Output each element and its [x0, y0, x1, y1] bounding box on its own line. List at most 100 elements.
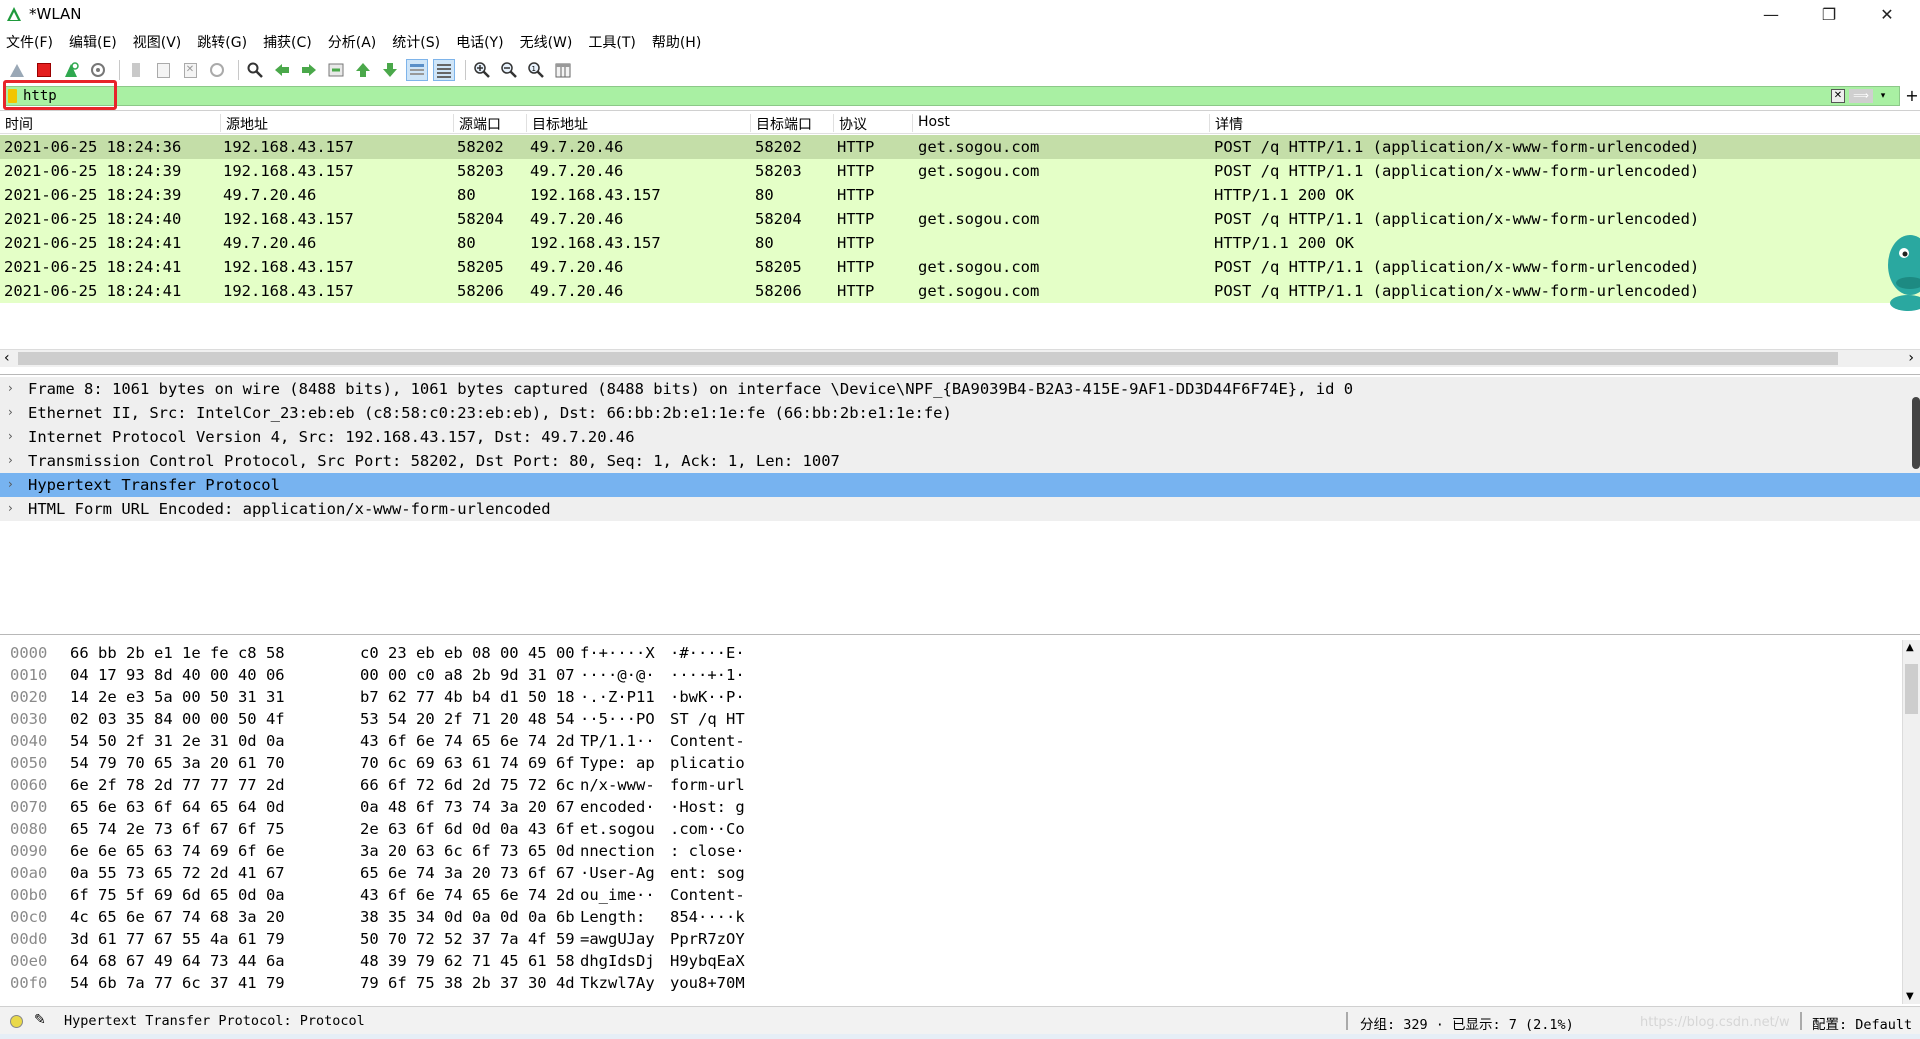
- stop-capture-icon[interactable]: [33, 59, 55, 81]
- expand-chevron-icon[interactable]: ›: [8, 453, 13, 467]
- packet-row[interactable]: 2021-06-25 18:24:36 192.168.43.157 58202 49…: [0, 135, 1920, 159]
- cell-source-port: 58204: [457, 210, 504, 228]
- column-header-source-port[interactable]: 源端口: [453, 114, 501, 133]
- menu-capture[interactable]: 捕获(C): [263, 32, 312, 52]
- scroll-up-icon[interactable]: ▲: [1906, 642, 1914, 653]
- cell-protocol: HTTP: [837, 138, 875, 156]
- menu-file[interactable]: 文件(F): [6, 32, 53, 52]
- last-packet-icon[interactable]: [379, 59, 401, 81]
- details-tree-row[interactable]: › Transmission Control Protocol, Src Port…: [0, 449, 1920, 473]
- first-packet-icon[interactable]: [352, 59, 374, 81]
- bytes-row[interactable]: 00d0 3d 61 77 67 55 4a 61 79 50 70 72 52 3…: [0, 928, 1890, 950]
- details-tree-row[interactable]: › Hypertext Transfer Protocol: [0, 473, 1920, 497]
- bytes-vscrollbar[interactable]: ▲ ▼: [1902, 640, 1920, 1004]
- menu-help[interactable]: 帮助(H): [652, 32, 701, 52]
- filter-history-dropdown-icon[interactable]: ▾: [1877, 89, 1889, 103]
- column-header-protocol[interactable]: 协议: [833, 114, 867, 133]
- column-header-destination[interactable]: 目标地址: [526, 114, 588, 133]
- bytes-row[interactable]: 00f0 54 6b 7a 77 6c 37 41 79 79 6f 75 38 2…: [0, 972, 1890, 994]
- go-forward-icon[interactable]: [298, 59, 320, 81]
- add-filter-button-icon[interactable]: +: [1905, 87, 1919, 105]
- display-filter-input[interactable]: [23, 87, 1823, 105]
- details-tree-row[interactable]: › Internet Protocol Version 4, Src: 192.1…: [0, 425, 1920, 449]
- bytes-row[interactable]: 00a0 0a 55 73 65 72 2d 41 67 65 6e 74 3a 2…: [0, 862, 1890, 884]
- bytes-row[interactable]: 0040 54 50 2f 31 2e 31 0d 0a 43 6f 6e 74 6…: [0, 730, 1890, 752]
- go-back-icon[interactable]: [271, 59, 293, 81]
- expert-info-led-icon[interactable]: [10, 1015, 23, 1028]
- menu-wireless[interactable]: 无线(W): [520, 32, 573, 52]
- menu-go[interactable]: 跳转(G): [197, 32, 247, 52]
- packet-list-hscrollbar[interactable]: ‹ ›: [0, 349, 1920, 367]
- byte-offset: 0030: [10, 710, 48, 728]
- cell-source-port: 58205: [457, 258, 504, 276]
- packet-row[interactable]: 2021-06-25 18:24:39 49.7.20.46 80 192.168.4…: [0, 183, 1920, 207]
- filter-bookmark-icon[interactable]: [8, 89, 17, 103]
- capture-options-icon[interactable]: [87, 59, 109, 81]
- bytes-row[interactable]: 00e0 64 68 67 49 64 73 44 6a 48 39 79 62 7…: [0, 950, 1890, 972]
- details-scroll-thumb[interactable]: [1912, 397, 1920, 469]
- scroll-down-icon[interactable]: ▼: [1906, 991, 1914, 1002]
- column-header-info[interactable]: 详情: [1209, 114, 1243, 133]
- go-to-packet-icon[interactable]: [325, 59, 347, 81]
- column-header-destination-port[interactable]: 目标端口: [750, 114, 812, 133]
- bytes-row[interactable]: 0080 65 74 2e 73 6f 67 6f 75 2e 63 6f 6d 0…: [0, 818, 1890, 840]
- capture-comment-icon[interactable]: ✎: [34, 1012, 46, 1028]
- scroll-right-icon[interactable]: ›: [1908, 350, 1914, 367]
- menu-analyze[interactable]: 分析(A): [328, 32, 377, 52]
- status-packet-stats: 分组: 329 · 已显示: 7 (2.1%): [1360, 1017, 1574, 1033]
- resize-columns-icon[interactable]: [552, 59, 574, 81]
- autoscroll-icon[interactable]: [406, 59, 428, 81]
- restore-button[interactable]: ❐: [1800, 0, 1858, 28]
- expand-chevron-icon[interactable]: ›: [8, 381, 13, 395]
- save-file-icon[interactable]: [152, 59, 174, 81]
- column-header-time[interactable]: 时间: [0, 114, 33, 133]
- column-header-source[interactable]: 源地址: [220, 114, 268, 133]
- reload-file-icon[interactable]: [206, 59, 228, 81]
- menu-edit[interactable]: 编辑(E): [69, 32, 117, 52]
- bytes-row[interactable]: 0020 14 2e e3 5a 00 50 31 31 b7 62 77 4b b…: [0, 686, 1890, 708]
- apply-filter-icon[interactable]: ⟹: [1849, 89, 1873, 103]
- packet-row[interactable]: 2021-06-25 18:24:41 192.168.43.157 58205 49…: [0, 255, 1920, 279]
- expand-chevron-icon[interactable]: ›: [8, 405, 13, 419]
- expand-chevron-icon[interactable]: ›: [8, 429, 13, 443]
- colorize-icon[interactable]: [433, 59, 455, 81]
- expand-chevron-icon[interactable]: ›: [8, 501, 13, 515]
- column-header-host[interactable]: Host: [912, 114, 950, 132]
- close-button[interactable]: ✕: [1858, 0, 1916, 28]
- scroll-left-icon[interactable]: ‹: [4, 350, 10, 367]
- details-tree-row[interactable]: › Frame 8: 1061 bytes on wire (8488 bits)…: [0, 377, 1920, 401]
- menu-view[interactable]: 视图(V): [133, 32, 182, 52]
- bytes-row[interactable]: 0030 02 03 35 84 00 00 50 4f 53 54 20 2f 7…: [0, 708, 1890, 730]
- menu-telephony[interactable]: 电话(Y): [456, 32, 503, 52]
- zoom-out-icon[interactable]: [498, 59, 520, 81]
- bytes-row[interactable]: 0070 65 6e 63 6f 64 65 64 0d 0a 48 6f 73 7…: [0, 796, 1890, 818]
- bytes-row[interactable]: 0090 6e 6e 65 63 74 69 6f 6e 3a 20 63 6c 6…: [0, 840, 1890, 862]
- restart-capture-icon[interactable]: [60, 59, 82, 81]
- zoom-in-icon[interactable]: [471, 59, 493, 81]
- status-profile[interactable]: 配置: Default: [1812, 1013, 1912, 1033]
- zoom-normal-icon[interactable]: 1: [525, 59, 547, 81]
- packet-row[interactable]: 2021-06-25 18:24:40 192.168.43.157 58204 49…: [0, 207, 1920, 231]
- bytes-row[interactable]: 00b0 6f 75 5f 69 6d 65 0d 0a 43 6f 6e 74 6…: [0, 884, 1890, 906]
- find-packet-icon[interactable]: [244, 59, 266, 81]
- open-file-icon[interactable]: [125, 59, 147, 81]
- details-tree-row[interactable]: › HTML Form URL Encoded: application/x-ww…: [0, 497, 1920, 521]
- packet-row[interactable]: 2021-06-25 18:24:41 49.7.20.46 80 192.168.4…: [0, 231, 1920, 255]
- bytes-row[interactable]: 0050 54 79 70 65 3a 20 61 70 70 6c 69 63 6…: [0, 752, 1890, 774]
- packet-row[interactable]: 2021-06-25 18:24:39 192.168.43.157 58203 49…: [0, 159, 1920, 183]
- bytes-row[interactable]: 00c0 4c 65 6e 67 74 68 3a 20 38 35 34 0d 0…: [0, 906, 1890, 928]
- expand-chevron-icon[interactable]: ›: [8, 477, 13, 491]
- menu-statistics[interactable]: 统计(S): [392, 32, 440, 52]
- bytes-row[interactable]: 0060 6e 2f 78 2d 77 77 77 2d 66 6f 72 6d 2…: [0, 774, 1890, 796]
- clear-filter-icon[interactable]: ✕: [1831, 89, 1845, 103]
- shark-fin-start-icon[interactable]: [6, 59, 28, 81]
- bytes-row[interactable]: 0010 04 17 93 8d 40 00 40 06 00 00 c0 a8 2…: [0, 664, 1890, 686]
- scroll-thumb[interactable]: [18, 352, 1838, 365]
- scroll-thumb[interactable]: [1905, 664, 1918, 714]
- menu-tools[interactable]: 工具(T): [588, 32, 635, 52]
- close-file-icon[interactable]: ✕: [179, 59, 201, 81]
- bytes-row[interactable]: 0000 66 bb 2b e1 1e fe c8 58 c0 23 eb eb 0…: [0, 642, 1890, 664]
- packet-row[interactable]: 2021-06-25 18:24:41 192.168.43.157 58206 49…: [0, 279, 1920, 303]
- minimize-button[interactable]: —: [1742, 0, 1800, 28]
- details-tree-row[interactable]: › Ethernet II, Src: IntelCor_23:eb:eb (c8…: [0, 401, 1920, 425]
